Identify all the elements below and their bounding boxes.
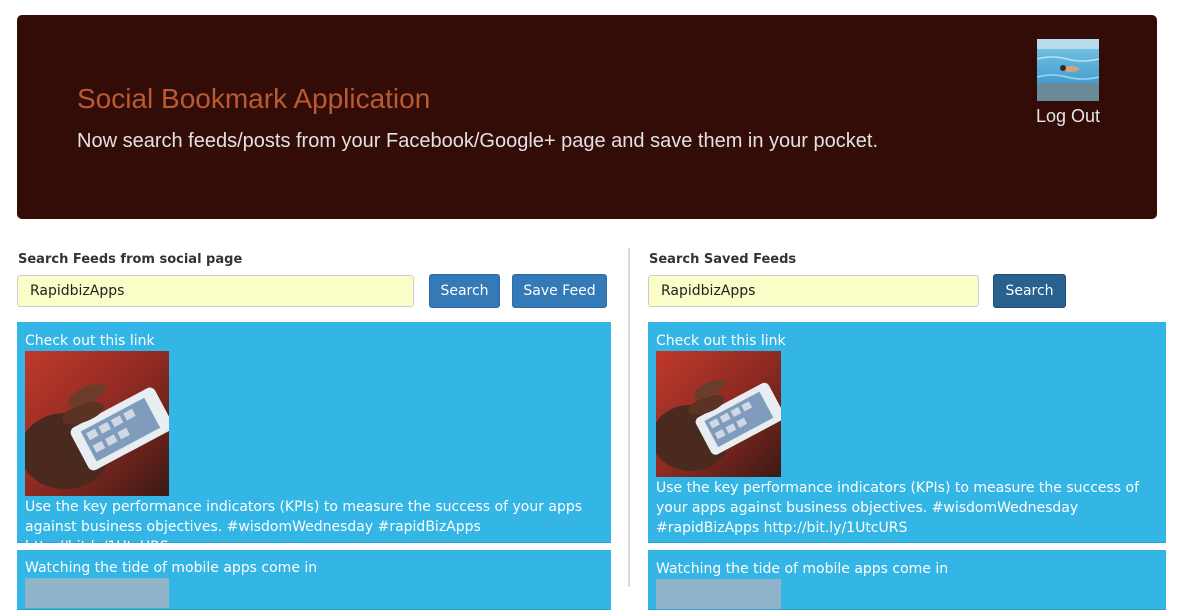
feed-image [656, 579, 781, 609]
feed-card[interactable]: Watching the tide of mobile apps come in [17, 550, 611, 610]
feed-image [25, 578, 169, 608]
saved-feed-card[interactable]: Watching the tide of mobile apps come in [648, 550, 1166, 610]
feed-title: Watching the tide of mobile apps come in [656, 561, 949, 577]
feed-title: Check out this link [656, 333, 786, 349]
left-search-input[interactable] [17, 275, 414, 307]
app-title: Social Bookmark Application [77, 83, 431, 114]
right-search-input[interactable] [648, 275, 979, 307]
feed-title: Check out this link [25, 333, 155, 349]
right-search-label: Search Saved Feeds [649, 252, 797, 267]
column-divider [628, 248, 630, 587]
feed-image [656, 351, 781, 477]
feed-card[interactable]: Check out this link Use the key performa… [17, 322, 611, 555]
user-avatar[interactable] [1037, 39, 1099, 101]
app-subtitle: Now search feeds/posts from your Faceboo… [77, 130, 878, 152]
left-search-button[interactable]: Search [429, 274, 500, 308]
feed-title: Watching the tide of mobile apps come in [25, 560, 318, 576]
feed-text: Use the key performance indicators (KPIs… [656, 480, 1140, 536]
header-banner: Social Bookmark Application Now search f… [17, 15, 1157, 219]
left-search-label: Search Feeds from social page [18, 252, 243, 267]
save-feed-button[interactable]: Save Feed [512, 274, 607, 308]
right-search-button[interactable]: Search [993, 274, 1066, 308]
feed-text: Use the key performance indicators (KPIs… [25, 499, 583, 555]
saved-feed-card[interactable]: Check out this link Use the key performa… [648, 322, 1166, 543]
logout-link[interactable]: Log Out [1036, 106, 1100, 127]
feed-image [25, 351, 169, 496]
